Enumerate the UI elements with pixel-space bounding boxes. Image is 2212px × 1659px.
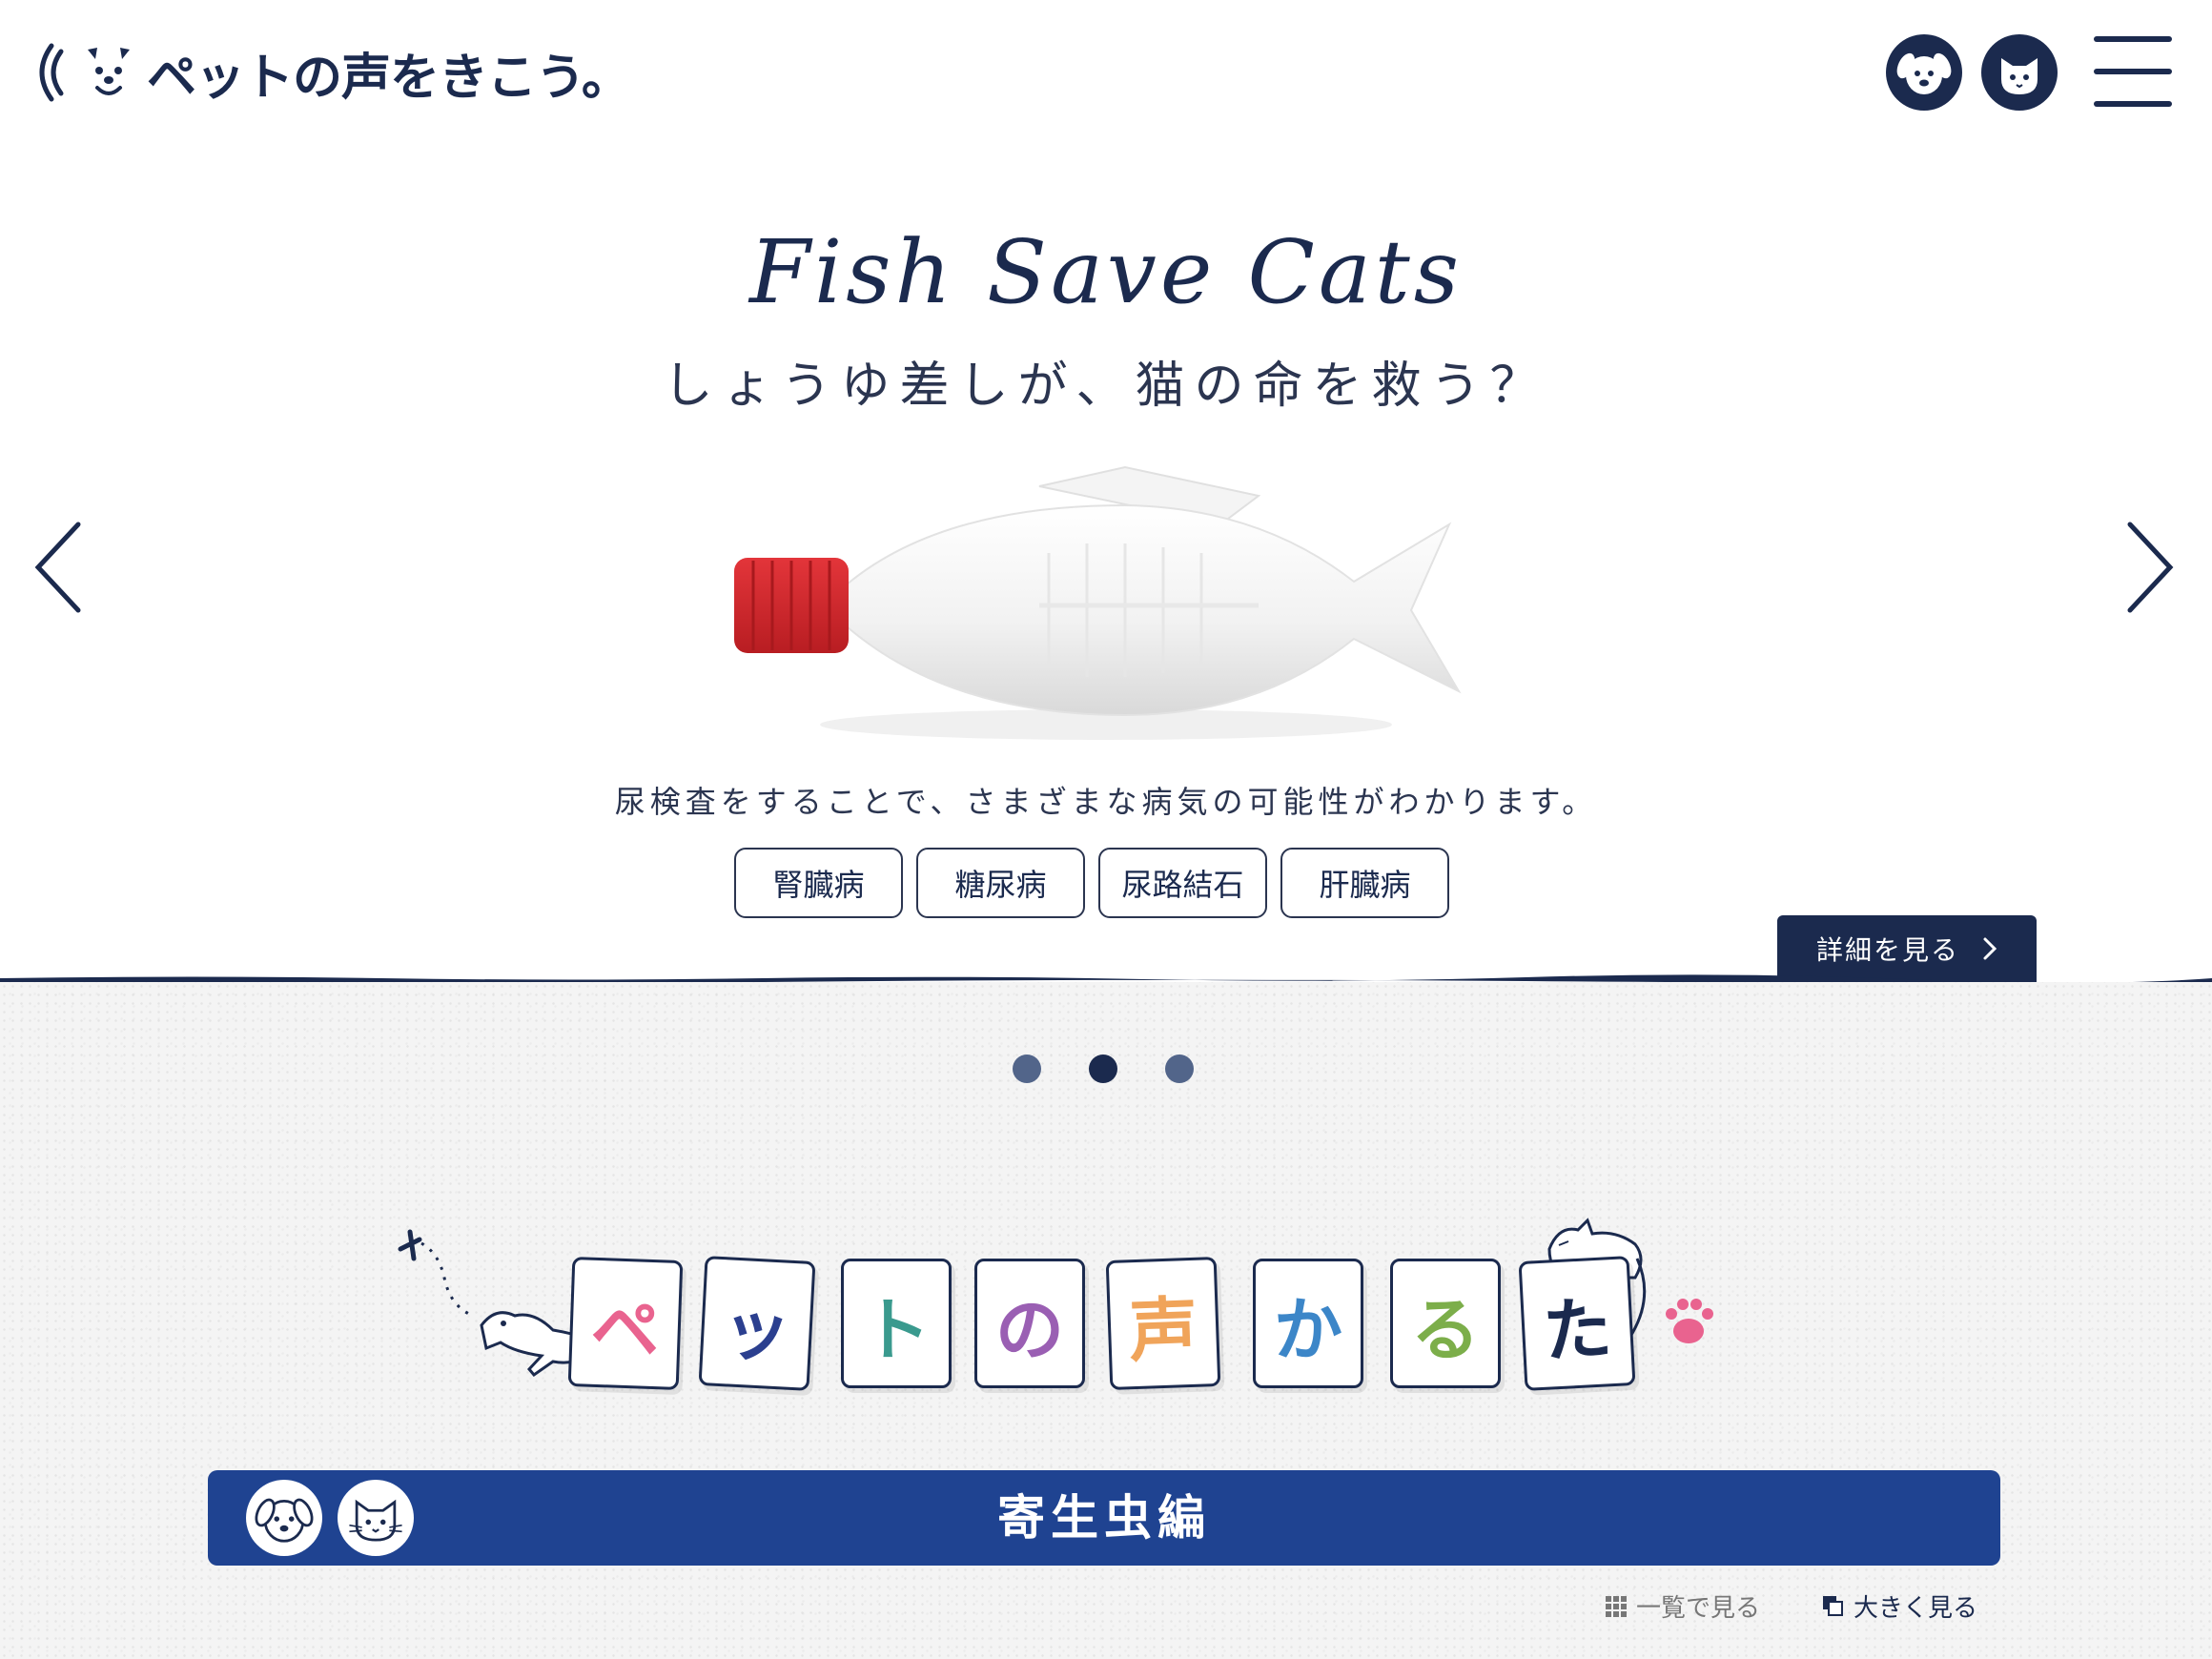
disease-tag[interactable]: 腎臓病 (734, 848, 903, 918)
karuta-card: 声 (1105, 1257, 1221, 1390)
chevron-right-icon (1983, 937, 1997, 960)
karuta-char: た (1541, 1287, 1614, 1372)
karuta-section: ペ ッ ト の 声 か る た 寄生虫編 一覧で見る 大きく見る (0, 982, 2212, 1659)
grid-icon (1606, 1595, 1627, 1617)
pet-face-icon (88, 48, 130, 95)
cat-face-icon (2001, 58, 2038, 94)
karuta-char: ペ (589, 1288, 662, 1371)
sound-waves-icon (39, 43, 64, 102)
karuta-char: か (1273, 1289, 1342, 1370)
fish-soy-bottle-image (734, 465, 1462, 740)
karuta-card: ト (841, 1259, 952, 1388)
disease-tags: 腎臓病 糖尿病 尿路結石 肝臓病 (734, 848, 1449, 918)
karuta-char: 声 (1127, 1288, 1199, 1371)
view-large-label: 大きく見る (1854, 1594, 1978, 1623)
slide-title-en: Fish Save Cats (749, 221, 1463, 323)
category-title: 寄生虫編 (997, 1490, 1211, 1546)
karuta-char: の (994, 1289, 1064, 1370)
view-list-link[interactable]: 一覧で見る (1606, 1588, 1760, 1624)
category-header: 寄生虫編 (208, 1470, 2000, 1566)
copy-pages-icon (1823, 1595, 1844, 1616)
carousel-dot[interactable] (1013, 1055, 1041, 1083)
chevron-right-icon[interactable] (2120, 515, 2178, 620)
karuta-card: ペ (567, 1257, 684, 1390)
karuta-char: ッ (720, 1287, 793, 1372)
dog-badge (246, 1480, 322, 1556)
menu-line (2094, 69, 2172, 74)
slide-title-ja: しょうゆ差しが、猫の命を救う？ (663, 358, 1549, 415)
site-logo[interactable]: ペットの声をきこう。 (32, 40, 631, 107)
view-large-link[interactable]: 大きく見る (1823, 1588, 1977, 1624)
dragonfly-icon (398, 1229, 474, 1318)
disease-tag[interactable]: 肝臓病 (1280, 848, 1449, 918)
view-list-label: 一覧で見る (1636, 1594, 1761, 1623)
karuta-card: た (1518, 1256, 1636, 1391)
karuta-char: ト (861, 1289, 931, 1370)
cat-badge (338, 1480, 414, 1556)
karuta-char: る (1410, 1289, 1480, 1370)
menu-line (2094, 101, 2172, 107)
karuta-card: か (1253, 1259, 1363, 1388)
paw-print-icon (1666, 1299, 1713, 1343)
karuta-title: ペ ッ ト の 声 か る た (0, 1173, 2212, 1421)
detail-button-label: 詳細を見る (1815, 934, 1959, 966)
slide-description: 尿検査をすることで、さまざまな病気の可能性がわかります。 (614, 784, 1598, 820)
karuta-card: ッ (698, 1256, 816, 1391)
view-links: 一覧で見る 大きく見る (1606, 1588, 1977, 1624)
dog-filter-button[interactable] (1886, 34, 1962, 111)
cat-filter-button[interactable] (1981, 34, 2058, 111)
cat-face-icon (349, 1499, 402, 1542)
dog-face-icon (255, 1498, 314, 1543)
carousel-dots (1013, 1055, 1194, 1083)
dog-face-icon (1896, 52, 1952, 94)
chevron-left-icon[interactable] (31, 515, 88, 620)
hero-slider: Fish Save Cats しょうゆ差しが、猫の命を救う？ 尿検査をすることで… (0, 143, 2212, 982)
carousel-dot-active[interactable] (1089, 1055, 1117, 1083)
logo-text: ペットの声をきこう。 (147, 49, 631, 107)
menu-line (2094, 36, 2172, 42)
karuta-card: る (1390, 1259, 1501, 1388)
site-header: ペットの声をきこう。 (0, 0, 2212, 143)
karuta-card: の (974, 1259, 1085, 1388)
carousel-dot[interactable] (1165, 1055, 1194, 1083)
hamburger-menu-icon[interactable] (2094, 32, 2172, 111)
disease-tag[interactable]: 尿路結石 (1098, 848, 1267, 918)
disease-tag[interactable]: 糖尿病 (916, 848, 1085, 918)
